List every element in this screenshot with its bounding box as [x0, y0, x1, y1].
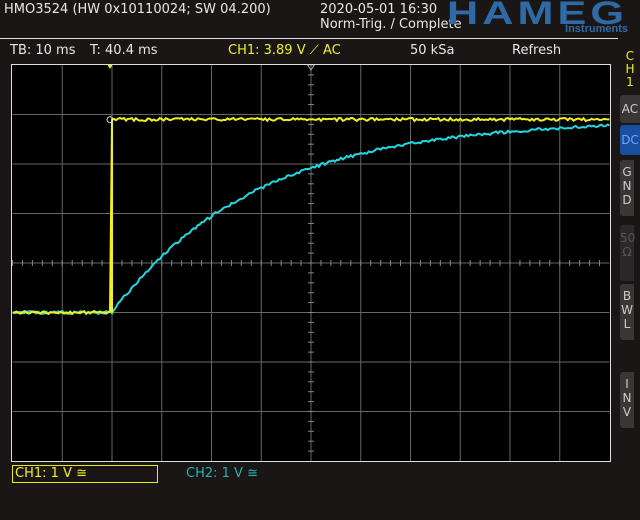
- coupling-ac-button[interactable]: AC: [620, 95, 640, 123]
- waveform-display: [11, 64, 611, 462]
- status-bar: TB: 10 ms T: 40.4 ms CH1: 3.89 V ⟋ AC 50…: [0, 38, 618, 64]
- side-channel-label: C H 1: [624, 50, 636, 89]
- ch1-trigger-level[interactable]: CH1: 3.89 V ⟋ AC: [228, 43, 341, 58]
- coupling-dc-button[interactable]: DC: [620, 125, 640, 155]
- invert-button[interactable]: I N V: [620, 372, 634, 428]
- bandwidth-limit-button[interactable]: B W L: [620, 284, 634, 340]
- device-info: HMO3524 (HW 0x10110024; SW 04.200): [4, 2, 271, 17]
- datetime: 2020-05-01 16:30: [320, 2, 437, 17]
- impedance-50ohm-button: 50 Ω: [620, 225, 634, 281]
- acquisition-mode[interactable]: Refresh: [512, 43, 561, 58]
- grid: [13, 65, 610, 461]
- trigger-state: Norm-Trig. / Complete: [320, 17, 462, 32]
- timebase[interactable]: TB: 10 ms: [10, 43, 75, 58]
- ch1-scale[interactable]: CH1: 1 V ≅: [12, 465, 158, 483]
- sample-rate: 50 kSa: [410, 43, 454, 58]
- coupling-gnd-button[interactable]: G N D: [620, 160, 634, 216]
- trigger-time[interactable]: T: 40.4 ms: [90, 43, 158, 58]
- ch2-scale[interactable]: CH2: 1 V ≅: [186, 466, 258, 481]
- hameg-logo: HAMEG Instruments: [447, 1, 634, 37]
